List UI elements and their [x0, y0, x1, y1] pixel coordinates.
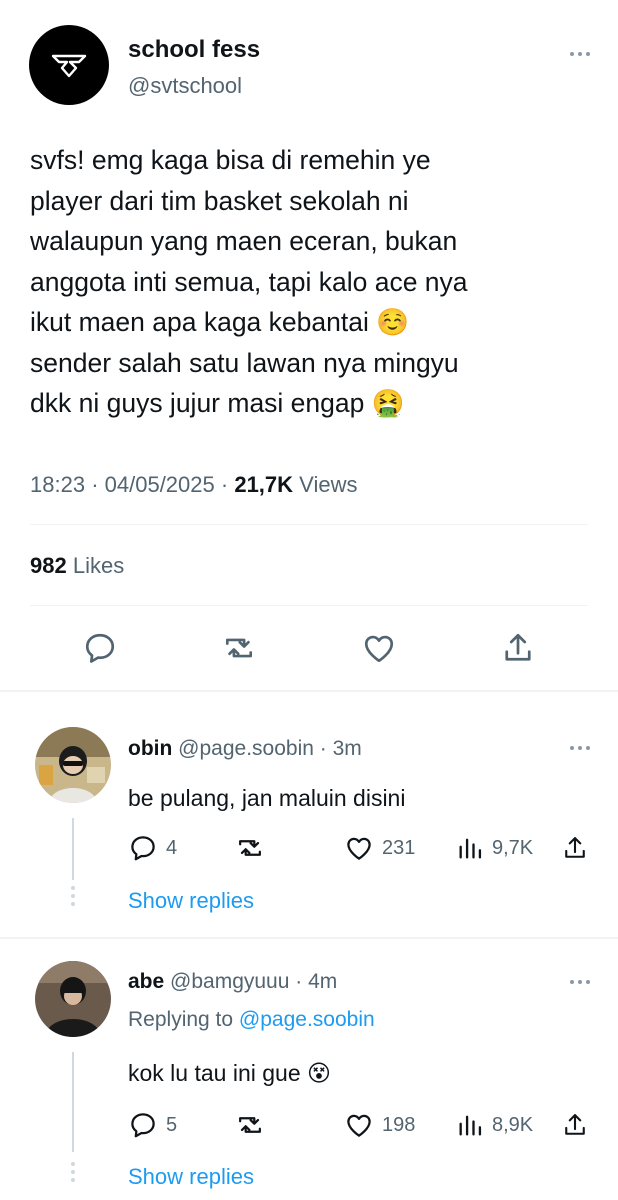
- reply-text: be pulang, jan maluin disini: [128, 785, 406, 811]
- reply-author-handle[interactable]: @page.soobin: [178, 737, 314, 760]
- tweet-text-line: ikut maen apa kaga kebantai ☺️: [30, 307, 410, 337]
- reply-time[interactable]: 3m: [333, 737, 362, 760]
- tweet-text-line: dkk ni guys jujur masi engap 🤮: [30, 388, 405, 418]
- like-icon: [347, 1114, 371, 1137]
- share-icon: [565, 1114, 585, 1135]
- retweet-icon: [239, 840, 261, 856]
- tweet-text-line: svfs! emg kaga bisa di remehin ye: [30, 145, 431, 175]
- tweet-text-line: sender salah satu lawan nya mingyu: [30, 347, 459, 378]
- meta-separator: ·: [319, 737, 327, 760]
- svt-logo-icon: [51, 54, 87, 78]
- author-handle[interactable]: @svtschool: [128, 73, 242, 99]
- more-icon[interactable]: [570, 746, 590, 750]
- meta-separator: ·: [220, 472, 229, 497]
- reply-avatar[interactable]: [35, 961, 111, 1037]
- tweet-text-line: anggota inti semua, tapi kalo ace nya: [30, 266, 468, 297]
- show-replies-link[interactable]: Show replies: [128, 1164, 254, 1190]
- reply-header: obin @page.soobin · 3m: [128, 737, 362, 761]
- tweet-text: svfs! emg kaga bisa di remehin ye player…: [30, 140, 590, 424]
- meta-separator: ·: [295, 970, 303, 993]
- reply-like-button[interactable]: 231: [344, 833, 415, 863]
- reply-text: kok lu tau ini gue 😵: [128, 1060, 331, 1086]
- like-icon: [347, 837, 371, 860]
- reply-comment-button[interactable]: 5: [128, 1110, 177, 1140]
- tweet-date[interactable]: 04/05/2025: [105, 472, 215, 497]
- divider: [30, 524, 588, 525]
- reply-avatar[interactable]: [35, 727, 111, 803]
- views-icon: [459, 838, 482, 859]
- more-icon[interactable]: [570, 52, 590, 56]
- author-avatar[interactable]: [29, 25, 109, 105]
- reply-views-button[interactable]: 8,9K: [456, 1110, 533, 1140]
- like-count: 198: [382, 1113, 416, 1136]
- views-count: 8,9K: [492, 1113, 534, 1136]
- reply-icon: [131, 1113, 155, 1138]
- reply-author-name[interactable]: abe: [128, 970, 164, 993]
- share-icon[interactable]: [498, 628, 538, 668]
- thread-dots: [71, 1162, 75, 1186]
- reply-retweet-button[interactable]: [234, 1110, 266, 1140]
- reply-author-handle[interactable]: @bamgyuuu: [170, 970, 289, 993]
- reply-views-button[interactable]: 9,7K: [456, 833, 533, 863]
- reply-like-button[interactable]: 198: [344, 1110, 415, 1140]
- reply-icon[interactable]: [80, 628, 120, 668]
- views-count: 21,7K: [234, 472, 294, 497]
- views-count: 9,7K: [492, 836, 534, 859]
- views-icon: [459, 1115, 482, 1136]
- like-icon[interactable]: [359, 628, 399, 668]
- share-icon: [565, 837, 585, 858]
- section-divider: [0, 690, 618, 692]
- tweet-text-line: player dari tim basket sekolah ni: [30, 185, 409, 216]
- like-count: 231: [382, 836, 416, 859]
- retweet-icon: [239, 1117, 261, 1133]
- section-divider: [0, 937, 618, 939]
- comment-count: 5: [166, 1113, 178, 1136]
- reply-share-button[interactable]: [561, 833, 589, 863]
- replying-to: Replying to @page.soobin: [128, 1008, 375, 1032]
- reply-retweet-button[interactable]: [234, 833, 266, 863]
- reply-icon: [131, 836, 155, 861]
- meta-separator: ·: [91, 472, 99, 497]
- author-name[interactable]: school fess: [128, 36, 260, 64]
- reply-comment-button[interactable]: 4: [128, 833, 177, 863]
- comment-count: 4: [166, 836, 178, 859]
- tweet-meta: 18:23 · 04/05/2025 · 21,7K Views: [30, 472, 357, 498]
- reply-header: abe @bamgyuuu · 4m: [128, 970, 337, 994]
- replying-prefix: Replying to: [128, 1008, 234, 1031]
- views-label: Views: [299, 472, 358, 497]
- retweet-icon[interactable]: [219, 628, 259, 668]
- reply-author-name[interactable]: obin: [128, 737, 172, 760]
- thread-line: [72, 818, 74, 880]
- thread-dots: [71, 886, 75, 910]
- show-replies-link[interactable]: Show replies: [128, 888, 254, 914]
- likes-count: 982: [30, 553, 67, 578]
- divider: [30, 605, 588, 606]
- tweet-time[interactable]: 18:23: [30, 472, 85, 497]
- likes-summary[interactable]: 982 Likes: [30, 553, 124, 579]
- thread-line: [72, 1052, 74, 1152]
- likes-label: Likes: [72, 553, 125, 578]
- tweet-text-line: walaupun yang maen eceran, bukan: [30, 226, 458, 256]
- replying-to-handle[interactable]: @page.soobin: [239, 1008, 375, 1031]
- reply-share-button[interactable]: [561, 1110, 589, 1140]
- more-icon[interactable]: [570, 980, 590, 984]
- reply-time[interactable]: 4m: [308, 970, 337, 993]
